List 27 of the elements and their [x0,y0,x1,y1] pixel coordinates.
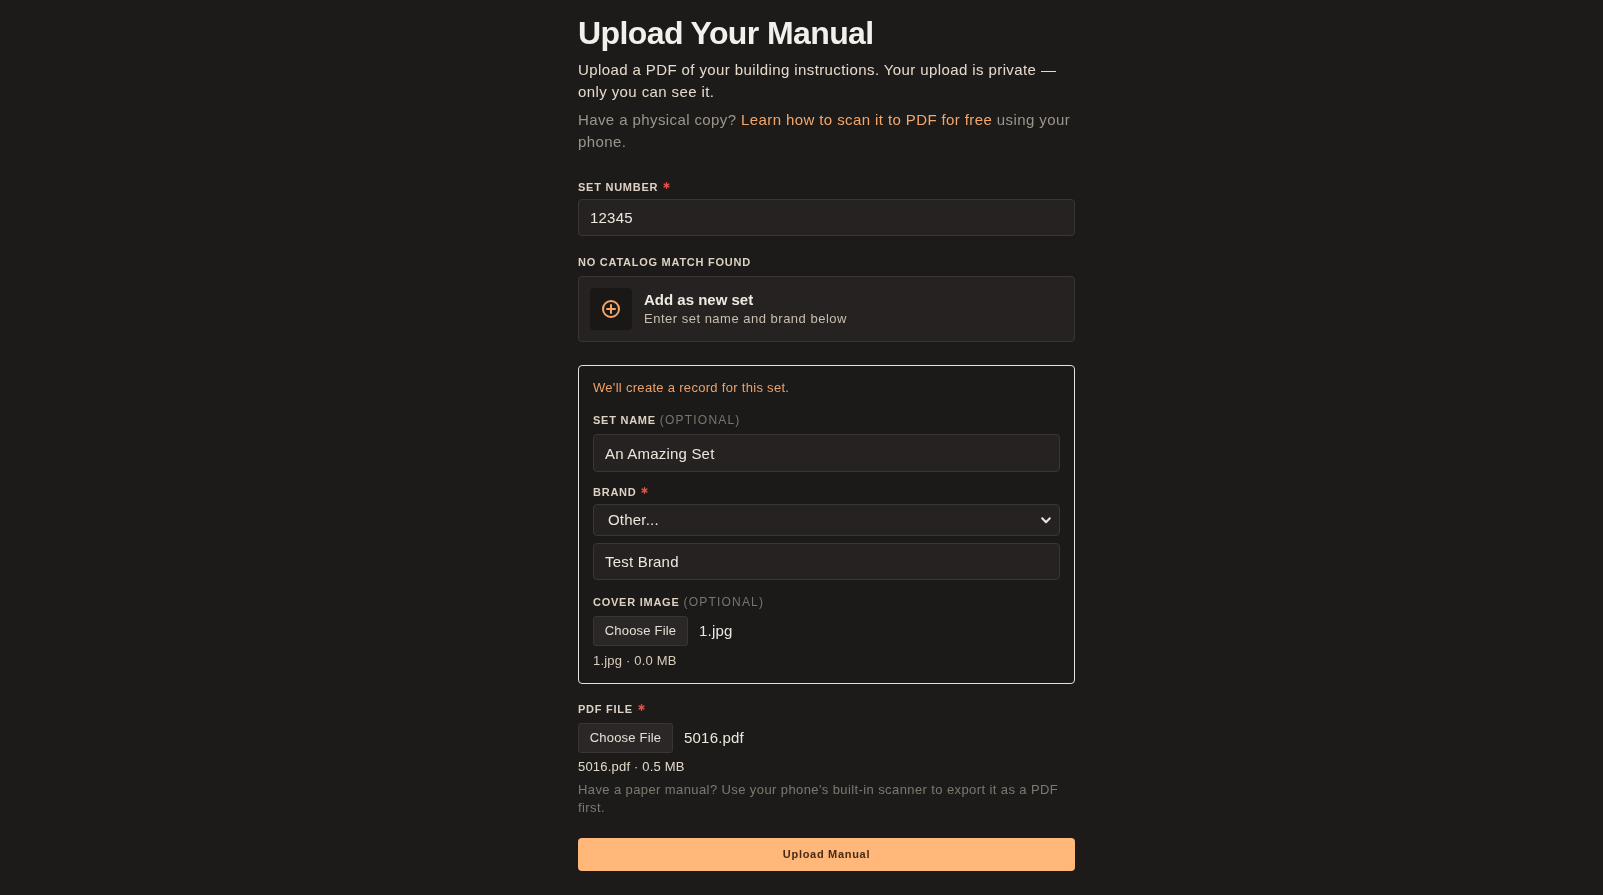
scan-guide-link[interactable]: Learn how to scan it to PDF for free [741,111,993,128]
choose-file-button[interactable]: Choose File [593,616,688,646]
set-name-label: SET NAME [593,413,656,428]
chevron-down-icon [1041,516,1051,524]
file-name: 1.jpg [699,620,733,641]
intro-text: Upload a PDF of your building instructions. Your upload is private — only you can see it. [578,60,1058,102]
brand-label: BRAND [593,485,637,500]
optional-hint: (OPTIONAL) [683,594,765,610]
catalog-heading: NO CATALOG MATCH FOUND [578,255,752,270]
page-title: Upload Your Manual [578,14,875,53]
scan-tip-text: Have a physical copy? Learn how to scan it to PDF for free using your phone. [578,110,1072,152]
brand-name-input[interactable]: Test Brand [593,543,1060,580]
brand-select[interactable]: Other... [593,504,1060,536]
pdf-help-text: Have a paper manual? Use your phone's built-in scanner to export it as a PDF first. [578,781,1060,817]
set-number-input[interactable]: 12345 [578,199,1075,236]
new-record-notice: We'll create a record for this set. [593,379,791,397]
choose-file-button[interactable]: Choose File [578,723,673,753]
file-name: 5016.pdf [684,727,744,748]
cover-image-label: COVER IMAGE [593,595,680,610]
set-name-input[interactable]: An Amazing Set [593,434,1060,472]
file-info: 5016.pdf · 0.5 MB [578,759,686,775]
upload-manual-button[interactable]: Upload Manual [578,838,1075,871]
pdf-file-label: PDF FILE [578,702,633,717]
file-info: 1.jpg · 0.0 MB [593,653,678,669]
set-number-label: SET NUMBER [578,180,659,195]
add-new-set-option[interactable]: Add as new set Enter set name and brand below [578,276,1075,342]
optional-hint: (OPTIONAL) [659,412,741,428]
